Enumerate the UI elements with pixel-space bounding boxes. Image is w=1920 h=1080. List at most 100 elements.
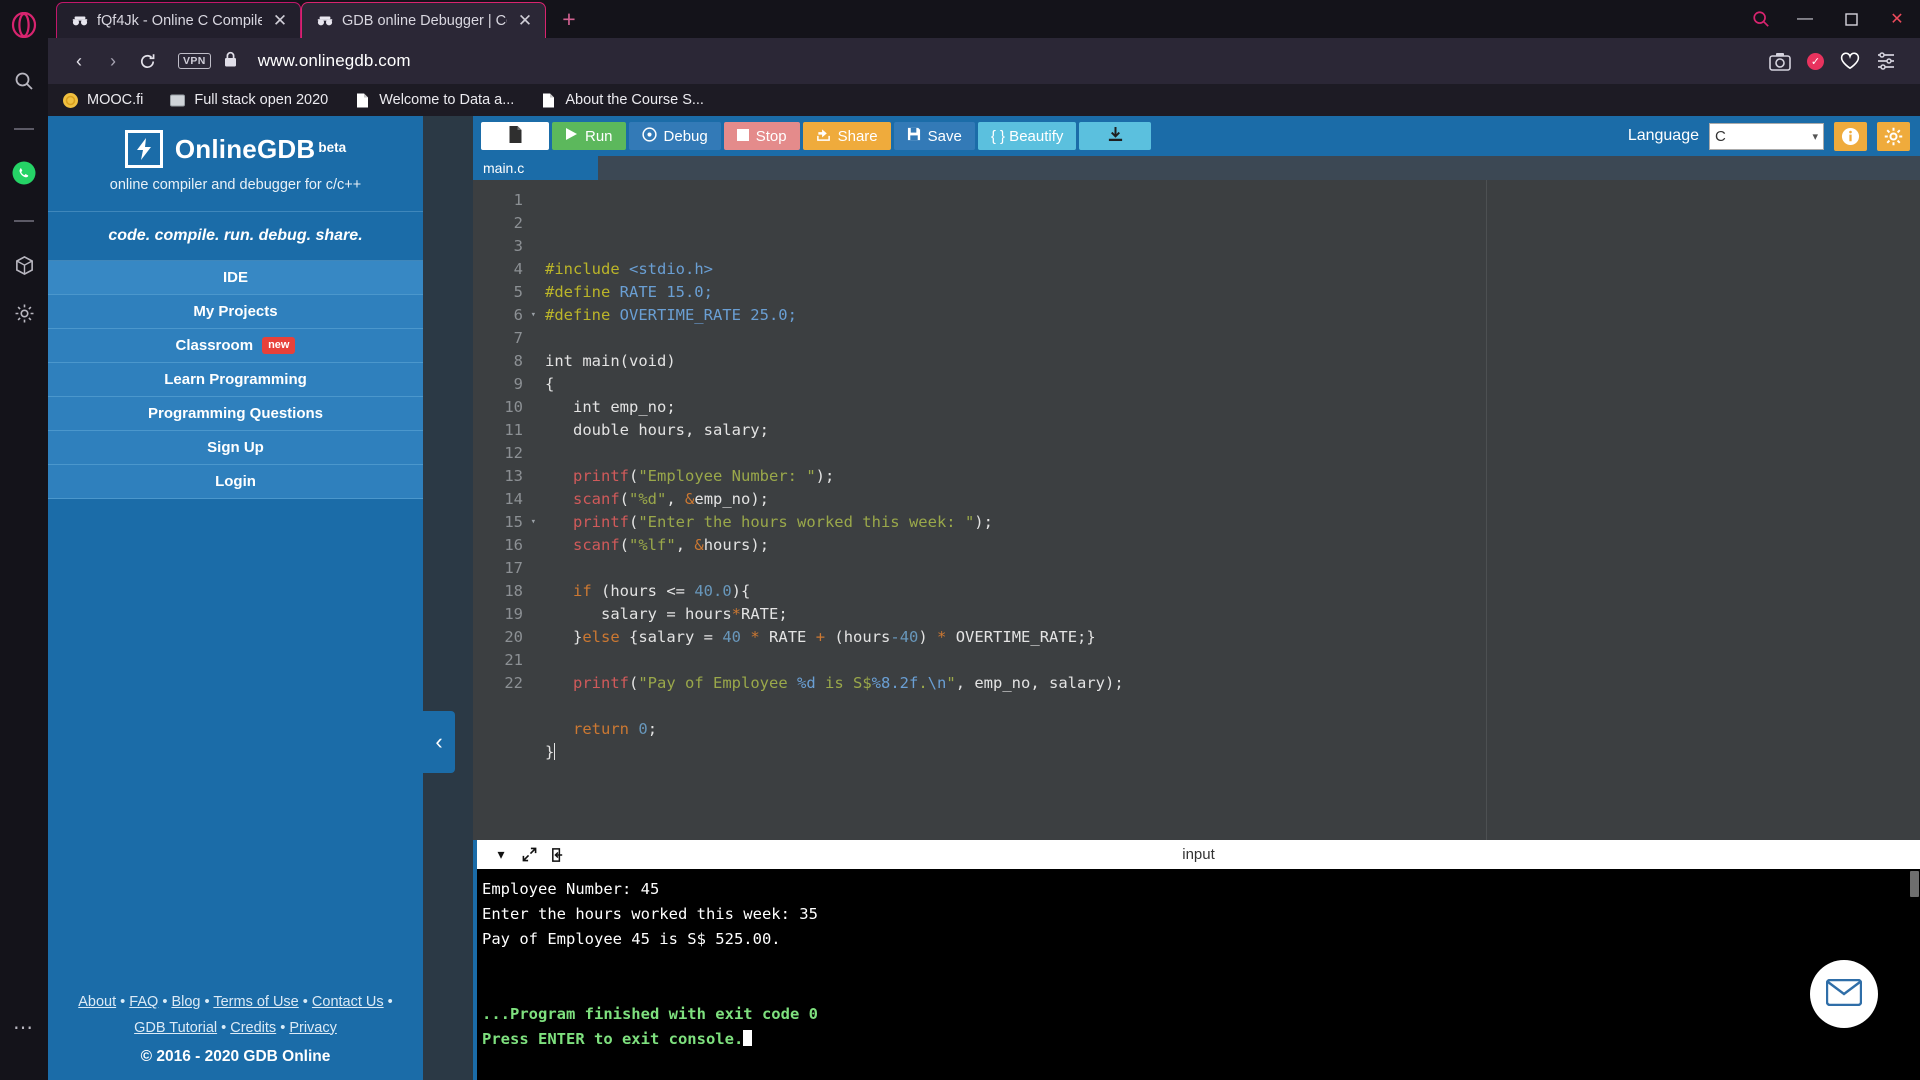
- footer-link-gdb-tutorial[interactable]: GDB Tutorial: [134, 1020, 217, 1036]
- code-token: (hours: [591, 582, 667, 600]
- bookmark-item[interactable]: Full stack open 2020: [169, 92, 328, 109]
- console-scrollbar-thumb[interactable]: [1910, 871, 1919, 897]
- debug-button[interactable]: Debug: [628, 122, 721, 150]
- brand-row[interactable]: OnlineGDB beta: [48, 130, 423, 168]
- sidebar-collapse-handle[interactable]: ‹: [423, 711, 455, 773]
- tab-close-icon[interactable]: ✕: [270, 11, 290, 31]
- window-close-button[interactable]: ✕: [1874, 0, 1920, 38]
- divider-line-2: [9, 206, 39, 236]
- footer-link-blog[interactable]: Blog: [171, 994, 200, 1010]
- code-token: "Pay of Employee: [638, 674, 797, 692]
- reload-button[interactable]: [130, 44, 164, 78]
- workspaces-icon[interactable]: [9, 250, 39, 280]
- footer-link-contact[interactable]: Contact Us: [312, 994, 384, 1010]
- camera-icon[interactable]: [1769, 52, 1791, 71]
- fold-toggle-icon[interactable]: ▾: [531, 304, 536, 327]
- language-select[interactable]: C ▾: [1709, 122, 1824, 150]
- footer-link-about[interactable]: About: [78, 994, 116, 1010]
- code-token: else: [582, 628, 620, 646]
- code-content[interactable]: #include <stdio.h> #define RATE 15.0; #def…: [539, 180, 1920, 840]
- browser-tab-1[interactable]: fQf4Jk - Online C Compiler ✕: [56, 2, 301, 38]
- code-token: "%d": [629, 490, 667, 508]
- footer-link-faq[interactable]: FAQ: [129, 994, 158, 1010]
- sidebar-item-my-projects[interactable]: My Projects: [48, 295, 423, 329]
- sidebar-item-label: My Projects: [193, 303, 278, 320]
- window-minimize-button[interactable]: —: [1782, 0, 1828, 38]
- code-token: }: [545, 628, 583, 646]
- code-token: (: [619, 490, 630, 508]
- back-button[interactable]: ‹: [62, 44, 96, 78]
- code-token: {salary: [619, 628, 704, 646]
- rail-settings-gear-icon[interactable]: [9, 298, 39, 328]
- console-scrollbar[interactable]: [1908, 869, 1920, 1080]
- clear-console-icon[interactable]: [543, 844, 571, 866]
- sidebar-item-classroom[interactable]: Classroom new: [48, 329, 423, 363]
- file-tab-main-c[interactable]: main.c: [473, 156, 598, 180]
- bookmark-item[interactable]: MOOC.fi: [62, 92, 143, 109]
- bookmark-item[interactable]: Welcome to Data a...: [354, 92, 514, 109]
- save-button[interactable]: Save: [893, 122, 975, 150]
- url-text[interactable]: www.onlinegdb.com: [258, 51, 411, 71]
- whatsapp-icon[interactable]: [9, 158, 39, 188]
- settings-gear-button[interactable]: [1877, 121, 1910, 151]
- line-number: 17: [504, 559, 523, 577]
- adblock-shield-icon[interactable]: ✓: [1807, 52, 1824, 70]
- doc-icon: [540, 92, 557, 109]
- sidebar-item-programming-questions[interactable]: Programming Questions: [48, 397, 423, 431]
- footer-link-credits[interactable]: Credits: [230, 1020, 276, 1036]
- sidebar-item-login[interactable]: Login: [48, 465, 423, 499]
- code-token: &: [685, 490, 695, 508]
- opera-logo-icon[interactable]: [9, 10, 39, 40]
- download-button[interactable]: [1079, 122, 1152, 150]
- sidebar-toggle-icon[interactable]: [1876, 52, 1896, 70]
- chat-support-button[interactable]: [1810, 960, 1878, 1028]
- line-number: 12: [504, 444, 523, 462]
- stop-button[interactable]: Stop: [723, 122, 800, 150]
- bookmark-item[interactable]: About the Course S...: [540, 92, 704, 109]
- beautify-button[interactable]: { } Beautify: [977, 122, 1077, 150]
- browser-window: ⋯ fQf4Jk - Online C Compiler ✕ GDB onlin…: [0, 0, 1920, 1080]
- new-file-icon: [508, 125, 523, 148]
- window-maximize-button[interactable]: [1828, 0, 1874, 38]
- lock-icon[interactable]: [223, 51, 238, 71]
- browser-tab-2[interactable]: GDB online Debugger | Co ✕: [301, 2, 546, 38]
- console-output[interactable]: Employee Number: 45 Enter the hours worke…: [477, 869, 1920, 1052]
- tab-search-icon[interactable]: [1740, 0, 1782, 38]
- rail-more-icon[interactable]: ⋯: [0, 1015, 48, 1040]
- sidebar-item-sign-up[interactable]: Sign Up: [48, 431, 423, 465]
- code-editor[interactable]: 1 2 3 4 5 6 ▾ 7 8 9 10 11 12 13 14 15 ▾ 16 17 18 19 20 21 22 #i…: [473, 180, 1920, 840]
- line-number: 3: [513, 237, 523, 255]
- tab-close-icon[interactable]: ✕: [515, 11, 535, 31]
- info-button[interactable]: [1834, 121, 1867, 151]
- share-button[interactable]: Share: [802, 122, 891, 150]
- fold-toggle-icon[interactable]: ▾: [531, 511, 536, 534]
- footer-link-privacy[interactable]: Privacy: [289, 1020, 337, 1036]
- vpn-badge[interactable]: VPN: [178, 53, 211, 69]
- sidebar-item-ide[interactable]: IDE: [48, 261, 423, 295]
- page-content: OnlineGDB beta online compiler and debugg…: [48, 116, 1920, 1080]
- search-rail-icon[interactable]: [9, 66, 39, 96]
- code-token: OVERTIME_RATE;}: [946, 628, 1096, 646]
- line-number: 4: [513, 260, 523, 278]
- forward-button[interactable]: ›: [96, 44, 130, 78]
- code-token: is S$: [815, 674, 872, 692]
- expand-icon[interactable]: [515, 844, 543, 866]
- brand-name: OnlineGDB: [174, 133, 316, 164]
- chevron-down-icon[interactable]: ▾: [487, 844, 515, 866]
- brand-subtitle: online compiler and debugger for c/c++: [109, 177, 362, 193]
- heart-icon[interactable]: [1840, 52, 1860, 70]
- sidebar-item-learn-programming[interactable]: Learn Programming: [48, 363, 423, 397]
- new-tab-button[interactable]: +: [552, 2, 586, 36]
- code-token: *: [731, 605, 742, 623]
- new-file-button[interactable]: [481, 122, 549, 150]
- run-button[interactable]: Run: [552, 122, 626, 150]
- line-number: 10: [504, 398, 523, 416]
- sidebar-footer: About • FAQ • Blog • Terms of Use • Cont…: [48, 990, 423, 1070]
- chevron-down-icon: ▾: [1812, 130, 1818, 143]
- footer-link-terms[interactable]: Terms of Use: [213, 994, 298, 1010]
